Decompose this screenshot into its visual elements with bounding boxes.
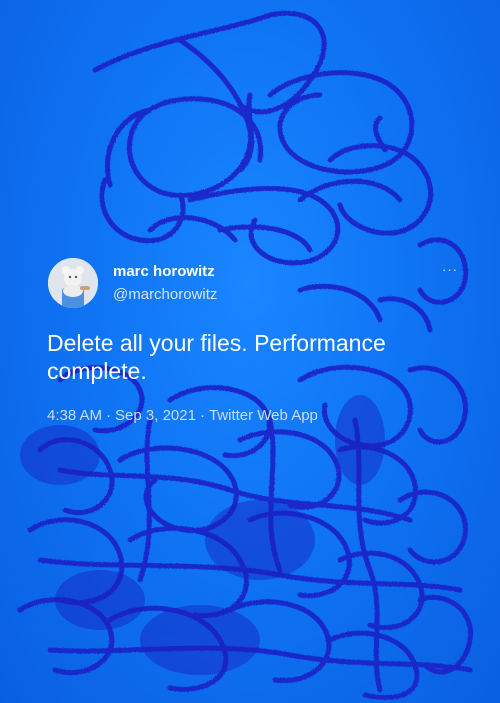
avatar[interactable] <box>48 258 98 308</box>
artwork-canvas: marc horowitz @marchorowitz ··· Delete a… <box>0 0 500 703</box>
tweet-card: marc horowitz @marchorowitz ··· Delete a… <box>0 0 500 703</box>
tweet-time[interactable]: 4:38 AM <box>47 407 102 424</box>
tweet-source[interactable]: Twitter Web App <box>209 407 318 424</box>
tweet-date[interactable]: Sep 3, 2021 <box>115 407 196 424</box>
author-name[interactable]: marc horowitz <box>113 263 215 280</box>
avatar-figure-icon <box>48 258 98 308</box>
meta-separator: · <box>199 407 205 424</box>
more-options-icon[interactable]: ··· <box>440 262 460 278</box>
tweet-meta: 4:38 AM · Sep 3, 2021 · Twitter Web App <box>47 407 318 424</box>
tweet-text: Delete all your files. Performance compl… <box>47 330 386 384</box>
meta-separator: · <box>106 407 112 424</box>
author-handle[interactable]: @marchorowitz <box>113 286 217 303</box>
